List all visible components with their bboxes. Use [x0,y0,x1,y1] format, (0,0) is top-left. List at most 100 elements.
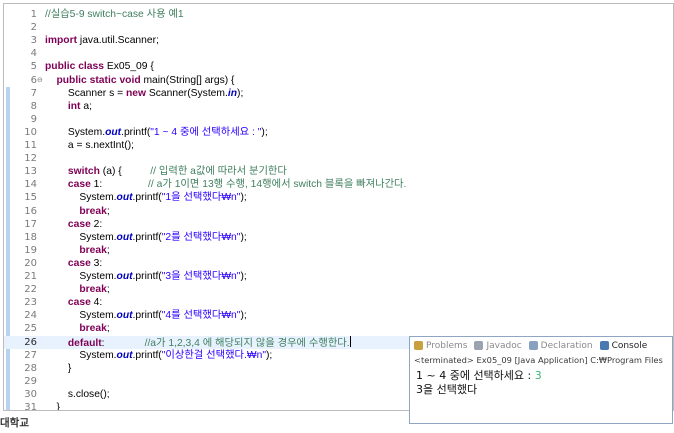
line-number: 8 [30,100,37,112]
code-line[interactable]: 10 System.out.printf("1 ~ 4 중에 선택하세요 : "… [4,126,673,139]
code-line[interactable]: 12 [4,152,673,165]
line-number: 30 [24,388,37,400]
code-line[interactable]: 5 public class Ex05_09 { [4,60,673,73]
code-line[interactable]: 14 case 1: // a가 1이면 13행 수행, 14행에서 switc… [4,178,673,191]
line-number: 28 [24,362,37,374]
code-token: break [79,284,107,296]
code-token: 1: [90,179,149,191]
line-number: 14 [24,179,37,191]
code-token: ); [261,126,268,138]
console-panel: Problems Javadoc Declaration Console <termi… [409,336,673,424]
code-line[interactable]: 16 break; [4,205,673,218]
code-line[interactable]: 8 int a; [4,100,673,113]
code-text: System.out.printf("2를 선택했다₩n"); [45,231,246,244]
code-text: } [45,362,71,375]
code-token: // a가 1이면 13행 수행, 14행에서 switch 블록을 빠져나간다… [148,179,407,191]
line-number: 24 [24,310,37,322]
code-token: out [116,310,133,322]
console-tab-bar: Problems Javadoc Declaration Console [410,337,672,354]
code-line[interactable]: 17 case 2: [4,218,673,231]
code-text: //실습5-9 switch~case 사용 예1 [45,8,184,21]
code-token: public [45,61,76,73]
code-token: //a가 1,2,3,4 에 해당되지 않을 경우에 수행한다. [144,337,350,349]
code-token: ; [106,284,110,296]
code-token: a = s.nextInt(); [45,140,134,151]
tab-declaration[interactable]: Declaration [528,340,593,351]
line-number: 10 [24,126,37,138]
code-text: break; [45,322,109,335]
code-text: Scanner s = new Scanner(System.in); [45,87,243,100]
code-token: System. [45,192,117,204]
code-line[interactable]: 2 [4,21,673,34]
text-cursor [349,335,351,347]
line-number: 11 [24,140,37,151]
line-number: 7 [30,87,37,99]
code-line[interactable]: 19 break; [4,244,673,257]
code-text: case 2: [45,218,102,231]
console-result: 3을 선택했다 [416,383,478,396]
tab-label: Console [611,340,648,351]
code-text: default: //a가 1,2,3,4 에 해당되지 않을 경우에 수행한다… [45,335,351,350]
code-token: s.close(); [45,388,110,400]
line-number: 20 [24,257,37,269]
fold-toggle-icon[interactable]: ⊖ [37,74,43,87]
code-line[interactable]: 21 System.out.printf("3을 선택했다₩n"); [4,270,673,283]
tab-problems[interactable]: Problems [414,341,467,351]
code-line[interactable]: 6 ⊖ public static void main(String[] args… [4,74,673,87]
tab-javadoc[interactable]: Javadoc [474,340,522,351]
code-line[interactable]: 4 [4,47,673,60]
code-token: : [101,337,145,349]
line-number: 25 [24,323,37,335]
code-token: .printf( [132,310,162,322]
code-line[interactable]: 22 break; [4,283,673,296]
line-number: 23 [24,297,37,309]
code-token: a; [80,100,92,112]
code-token: case [67,179,91,191]
code-text: case 1: // a가 1이면 13행 수행, 14행에서 switch 블… [45,178,407,191]
line-number: 3 [30,35,37,47]
tab-console[interactable]: Console [599,340,648,351]
code-line[interactable]: 1 //실습5-9 switch~case 사용 예1 [4,8,673,21]
code-token: ; [106,244,110,256]
code-line[interactable]: 24 System.out.printf("4를 선택했다₩n"); [4,309,673,322]
code-token: out [116,231,133,243]
code-line[interactable]: 18 System.out.printf("2를 선택했다₩n"); [4,231,673,244]
code-token: Scanner(System. [146,87,228,99]
code-line[interactable]: 3 import java.util.Scanner; [4,34,673,47]
code-token: in [227,87,238,99]
code-token: "1 ~ 4 중에 선택하세요 : " [150,126,262,138]
code-token: out [116,271,133,282]
console-output: 1 ~ 4 중에 선택하세요 : 3 3을 선택했다 [410,367,672,397]
code-token: "이상한걸 선택했다.₩n" [161,349,266,361]
code-line[interactable]: 11 a = s.nextInt(); [4,139,673,152]
tab-label: Javadoc [486,340,522,351]
line-number: 5 [30,61,37,73]
code-token: void [119,74,141,86]
code-line[interactable]: 20 case 3: [4,257,673,270]
code-token: (a) { [99,166,151,178]
code-token: System. [45,310,117,322]
code-token: "1을 선택했다₩n" [161,192,241,204]
code-token: Scanner s = [45,87,126,99]
code-token: } [45,362,72,374]
code-line[interactable]: 23 case 4: [4,296,673,309]
code-line[interactable]: 9 [4,113,673,126]
code-token: "3을 선택했다₩n" [161,271,241,282]
line-number: 9 [30,113,37,125]
code-text: int a; [45,100,92,113]
line-number: 27 [24,349,37,361]
code-token: 2: [90,218,103,230]
tab-label: Declaration [540,340,593,351]
code-line[interactable]: 25 break; [4,322,673,335]
line-number: 18 [24,231,37,243]
code-line[interactable]: 7 Scanner s = new Scanner(System.in); [4,87,673,100]
code-text: System.out.printf("3을 선택했다₩n"); [45,270,247,283]
code-token: .printf( [132,231,162,243]
code-line[interactable]: 13 switch (a) { // 입력한 a값에 따라서 분기한다 [4,165,673,178]
code-line[interactable]: 15 System.out.printf("1을 선택했다₩n"); [4,191,673,204]
code-token: ); [240,271,247,282]
